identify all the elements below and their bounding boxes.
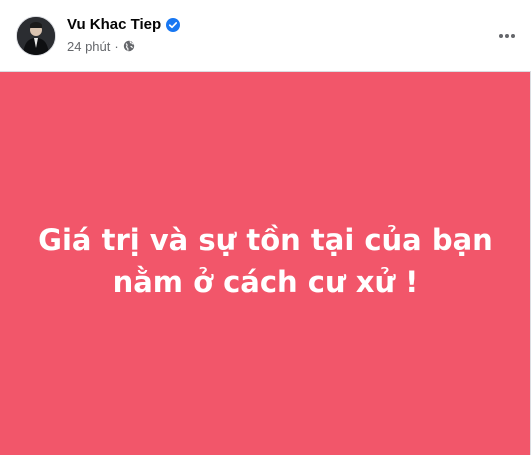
- more-horizontal-icon: [499, 34, 515, 38]
- more-options-button[interactable]: [489, 18, 525, 54]
- post-meta: 24 phút ·: [67, 37, 135, 55]
- post-timestamp[interactable]: 24 phút: [67, 39, 110, 54]
- facebook-post: Vu Khac Tiep 24 phút · Giá trị và sự tồn…: [0, 0, 531, 455]
- user-avatar-icon: [17, 17, 55, 55]
- meta-separator: ·: [114, 38, 119, 54]
- author-name[interactable]: Vu Khac Tiep: [67, 15, 161, 35]
- post-background-card[interactable]: Giá trị và sự tồn tại của bạn nằm ở cách…: [0, 71, 531, 455]
- post-text: Giá trị và sự tồn tại của bạn nằm ở cách…: [26, 219, 506, 303]
- author-avatar[interactable]: [16, 16, 56, 56]
- verified-badge-icon: [166, 18, 181, 32]
- globe-icon[interactable]: [123, 40, 135, 52]
- post-text-line: nằm ở cách cư xử !: [112, 264, 419, 299]
- post-text-line: Giá trị và sự tồn tại của bạn: [38, 222, 493, 257]
- author-row: Vu Khac Tiep: [67, 15, 181, 35]
- post-header: Vu Khac Tiep 24 phút ·: [0, 0, 531, 71]
